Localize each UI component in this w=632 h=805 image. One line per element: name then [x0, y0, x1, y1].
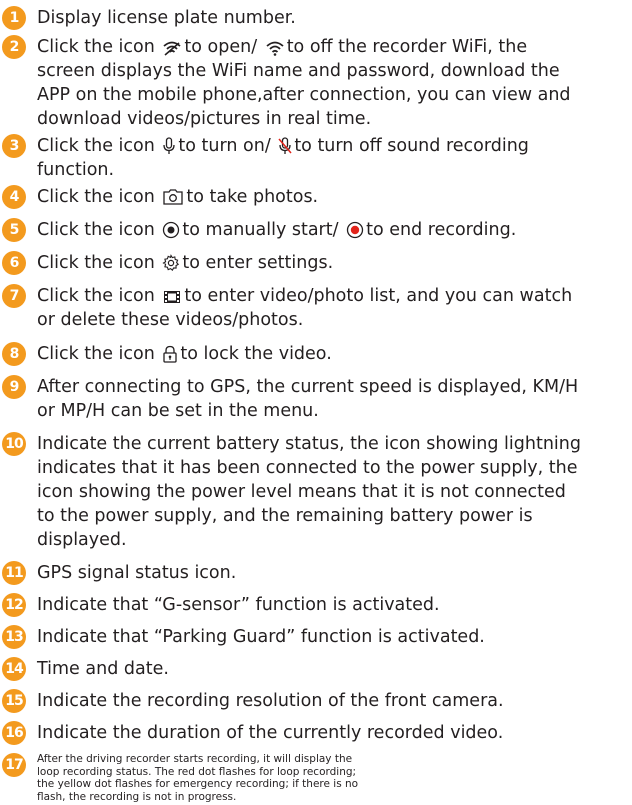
item-text: Click the icon to turn on/ to turn off s…: [37, 136, 529, 180]
record-start-icon: [162, 221, 180, 239]
item-text: Click the icon to lock the video.: [37, 344, 332, 364]
lock-icon: [162, 345, 178, 363]
number-badge: 6: [2, 251, 26, 275]
item-text: Indicate the recording resolution of the…: [37, 691, 504, 711]
item-text: GPS signal status icon.: [37, 563, 237, 583]
film-list-icon: [162, 289, 182, 305]
number-badge: 14: [2, 657, 26, 681]
number-badge: 13: [2, 625, 26, 649]
item-text: Click the icon to take photos.: [37, 187, 319, 207]
item-text-line: flash, the recording is not in progress.: [37, 790, 237, 803]
microphone-icon: [162, 137, 176, 155]
number-badge: 7: [2, 284, 26, 308]
record-stop-icon: [346, 221, 364, 239]
number-badge: 10: [2, 432, 26, 456]
number-badge: 1: [2, 6, 26, 30]
number-badge: 15: [2, 689, 26, 713]
number-badge: 9: [2, 375, 26, 399]
item-text: Indicate that “G-sensor” function is act…: [37, 595, 440, 615]
number-badge: 17: [2, 753, 26, 777]
item-text-line: loop recording status. The red dot flash…: [37, 765, 357, 778]
number-badge: 16: [2, 721, 26, 745]
number-badge: 12: [2, 593, 26, 617]
wifi-icon: [265, 40, 285, 56]
number-badge: 11: [2, 561, 26, 585]
item-text: Time and date.: [37, 659, 169, 679]
microphone-muted-icon: [278, 137, 292, 155]
item-text: Click the icon to open/ to off the recor…: [37, 37, 571, 129]
item-text: Indicate the duration of the currently r…: [37, 723, 504, 743]
item-text: Click the icon to enter settings.: [37, 253, 334, 273]
gear-icon: [162, 254, 180, 272]
item-text: After the driving recorder starts record…: [37, 753, 629, 803]
number-badge: 4: [2, 185, 26, 209]
number-badge: 2: [2, 35, 26, 59]
camera-icon: [162, 188, 184, 206]
item-text: Display license plate number.: [37, 8, 296, 28]
item-text: Indicate that “Parking Guard” function i…: [37, 627, 485, 647]
item-text-line: the yellow dot flashes for emergency rec…: [37, 778, 359, 790]
wifi-icon: [162, 40, 182, 56]
number-badge: 8: [2, 342, 26, 366]
item-text: Click the icon to enter video/photo list…: [37, 286, 573, 330]
item-text: Click the icon to manually start/ to end…: [37, 220, 517, 240]
item-text: Indicate the current battery status, the…: [37, 434, 581, 550]
number-badge: 3: [2, 134, 26, 158]
item-text: After connecting to GPS, the current spe…: [37, 377, 579, 421]
number-badge: 5: [2, 218, 26, 242]
